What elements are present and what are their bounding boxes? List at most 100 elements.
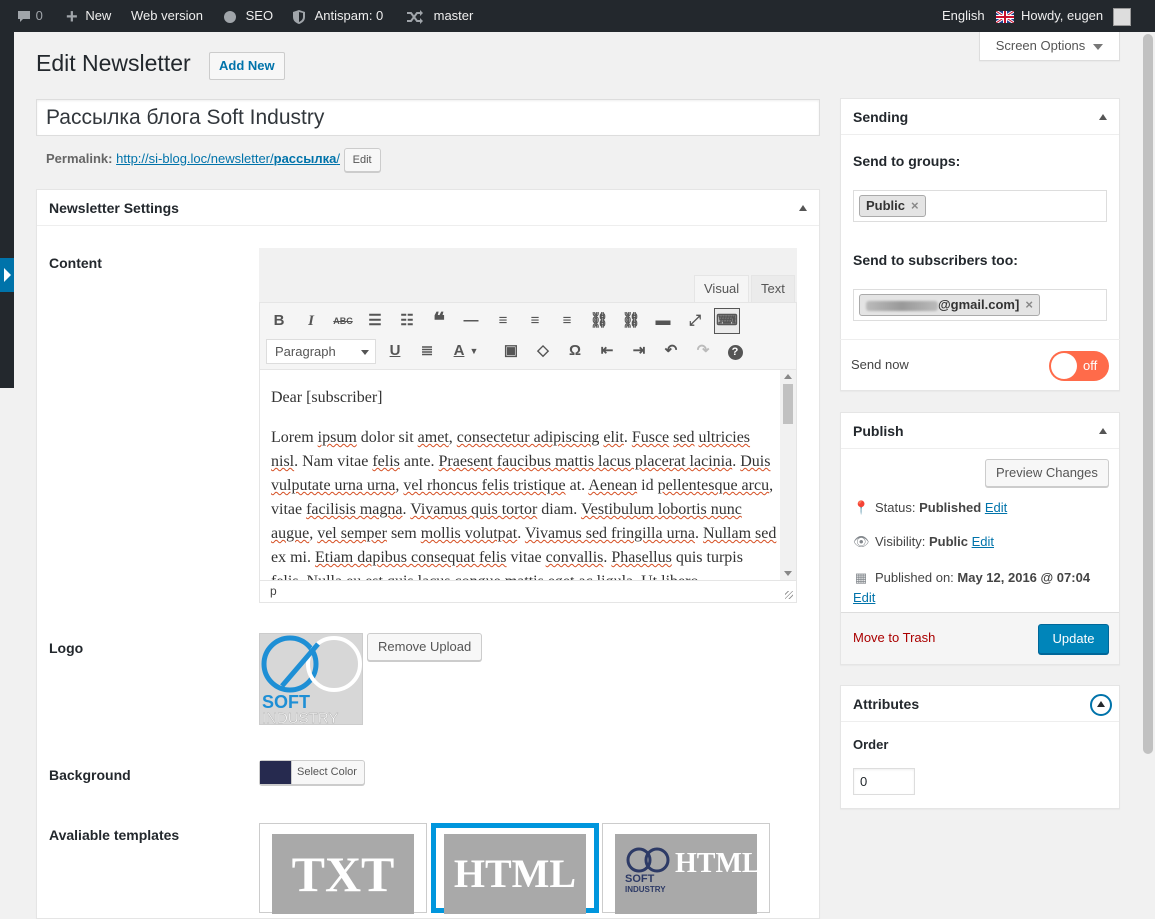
- permalink-edit-button[interactable]: Edit: [343, 148, 381, 172]
- scroll-down-icon[interactable]: [784, 571, 792, 576]
- horizontal-line-icon[interactable]: —: [458, 308, 484, 334]
- web-version-link[interactable]: Web version: [131, 0, 203, 32]
- paste-text-icon[interactable]: ▣: [498, 338, 524, 364]
- toolbar-toggle-icon[interactable]: ⌨: [714, 308, 740, 334]
- collapse-arrow-icon[interactable]: [1099, 428, 1107, 434]
- strikethrough-icon[interactable]: ABC: [330, 308, 356, 334]
- user-menu[interactable]: Howdy, eugen: [1021, 0, 1131, 32]
- scroll-up-icon[interactable]: [784, 374, 792, 379]
- group-token-public: Public ×: [859, 195, 926, 217]
- numbered-list-icon[interactable]: ☷: [394, 308, 420, 334]
- update-button[interactable]: Update: [1038, 624, 1109, 654]
- antispam-menu[interactable]: Antispam: 0: [291, 0, 383, 32]
- sending-title: Sending: [853, 109, 909, 125]
- published-value: May 12, 2016 @ 07:04: [957, 570, 1091, 585]
- remove-token-icon[interactable]: ×: [911, 198, 919, 213]
- editor-element-path[interactable]: p: [270, 584, 277, 598]
- blockquote-icon[interactable]: ❝: [426, 308, 452, 334]
- bold-icon[interactable]: B: [266, 308, 292, 334]
- fullscreen-icon[interactable]: ⤢: [682, 308, 708, 334]
- editor-body[interactable]: Dear [subscriber] Lorem ipsum dolor sit …: [259, 370, 797, 580]
- indent-icon[interactable]: ⇥: [626, 338, 652, 364]
- subscriber-token: @gmail.com] ×: [859, 294, 1040, 316]
- align-right-icon[interactable]: ≡: [554, 308, 580, 334]
- publish-header[interactable]: Publish: [841, 413, 1119, 449]
- remove-link-icon[interactable]: ⛓: [618, 308, 644, 334]
- help-icon[interactable]: ?: [722, 338, 748, 364]
- redo-icon[interactable]: ↷: [690, 338, 716, 364]
- caret-down-icon: [1093, 43, 1104, 50]
- status-edit-link[interactable]: Edit: [985, 500, 1007, 515]
- permalink: Permalink: http://si-blog.loc/newsletter…: [46, 148, 381, 172]
- editor-status-path: p: [259, 580, 797, 603]
- published-edit-link[interactable]: Edit: [853, 590, 875, 605]
- send-to-subscribers-label: Send to subscribers too:: [853, 252, 1018, 268]
- text-color-dropdown-icon[interactable]: ▼: [468, 338, 480, 364]
- send-now-toggle[interactable]: off: [1049, 351, 1109, 381]
- content-label: Content: [49, 255, 102, 271]
- templates-label: Avaliable templates: [49, 827, 180, 843]
- permalink-link[interactable]: http://si-blog.loc/newsletter/рассылка/: [116, 151, 340, 166]
- collapse-arrow-icon[interactable]: [1099, 114, 1107, 120]
- attributes-header[interactable]: Attributes: [841, 686, 1119, 722]
- visibility-edit-link[interactable]: Edit: [972, 534, 994, 549]
- italic-icon[interactable]: I: [298, 308, 324, 334]
- content-editor: Visual Text B I ABC ☰ ☷ ❝ — ≡ ≡ ≡ ⛓ ⛓ ▬ …: [259, 248, 797, 603]
- page-scrollbar-thumb[interactable]: [1143, 34, 1153, 754]
- underline-icon[interactable]: U: [382, 338, 408, 364]
- resize-handle-icon[interactable]: [785, 591, 793, 599]
- language-label: English: [942, 8, 985, 23]
- remove-token-icon[interactable]: ×: [1025, 297, 1033, 312]
- justify-icon[interactable]: ≣: [414, 338, 440, 364]
- editor-scrollbar[interactable]: [780, 370, 796, 580]
- remove-upload-button[interactable]: Remove Upload: [367, 633, 483, 661]
- add-new-button[interactable]: Add New: [209, 52, 285, 80]
- language-switcher[interactable]: English: [942, 0, 1016, 32]
- align-center-icon[interactable]: ≡: [522, 308, 548, 334]
- collapse-arrow-icon[interactable]: [799, 205, 807, 211]
- send-now-label: Send now: [851, 357, 909, 372]
- special-character-icon[interactable]: Ω: [562, 338, 588, 364]
- outdent-icon[interactable]: ⇤: [594, 338, 620, 364]
- newsletter-settings-header[interactable]: Newsletter Settings: [37, 190, 819, 226]
- sending-header[interactable]: Sending: [841, 99, 1119, 135]
- uk-flag-icon: [995, 9, 1016, 24]
- menu-collapse-arrow-icon: [4, 268, 11, 282]
- status-row: 📍 Status: Published Edit: [853, 500, 1007, 516]
- groups-select[interactable]: Public ×: [853, 190, 1107, 222]
- template-html-logo[interactable]: SOFT INDUSTRY HTML: [602, 823, 770, 914]
- publish-title: Publish: [853, 423, 904, 439]
- editor-tabs-bar: Visual Text: [259, 248, 797, 302]
- comments-menu[interactable]: 0: [16, 0, 43, 32]
- editor-scroll-thumb[interactable]: [783, 384, 793, 424]
- seo-status-icon: [224, 10, 236, 23]
- undo-icon[interactable]: ↶: [658, 338, 684, 364]
- order-input[interactable]: 0: [853, 768, 915, 795]
- avatar: [1112, 7, 1131, 26]
- subscribers-select[interactable]: @gmail.com] ×: [853, 289, 1107, 321]
- template-html[interactable]: HTML: [431, 823, 599, 914]
- collapse-arrow-icon[interactable]: [1090, 694, 1112, 716]
- post-title-input[interactable]: Рассылка блога Soft Industry: [36, 99, 820, 136]
- screen-options-button[interactable]: Screen Options: [979, 32, 1120, 61]
- align-left-icon[interactable]: ≡: [490, 308, 516, 334]
- chevron-down-icon: [361, 350, 369, 355]
- template-txt[interactable]: TXT: [259, 823, 427, 914]
- calendar-icon: ▦: [854, 570, 868, 585]
- permalink-slug: рассылка: [273, 151, 337, 166]
- page-scrollbar[interactable]: [1141, 32, 1155, 906]
- preview-changes-button[interactable]: Preview Changes: [985, 459, 1109, 487]
- bullet-list-icon[interactable]: ☰: [362, 308, 388, 334]
- color-picker-button[interactable]: Select Color: [259, 760, 365, 785]
- git-branch-menu[interactable]: master: [406, 0, 473, 32]
- move-to-trash-link[interactable]: Move to Trash: [853, 630, 935, 645]
- format-select[interactable]: Paragraph: [266, 339, 376, 364]
- clear-formatting-icon[interactable]: ◇: [530, 338, 556, 364]
- tab-text[interactable]: Text: [751, 275, 795, 302]
- pin-icon: 📍: [853, 500, 870, 515]
- new-menu[interactable]: + New: [66, 0, 111, 32]
- read-more-icon[interactable]: ▬: [650, 308, 676, 334]
- seo-menu[interactable]: SEO: [224, 0, 273, 32]
- tab-visual[interactable]: Visual: [694, 275, 750, 302]
- insert-link-icon[interactable]: ⛓: [586, 308, 612, 334]
